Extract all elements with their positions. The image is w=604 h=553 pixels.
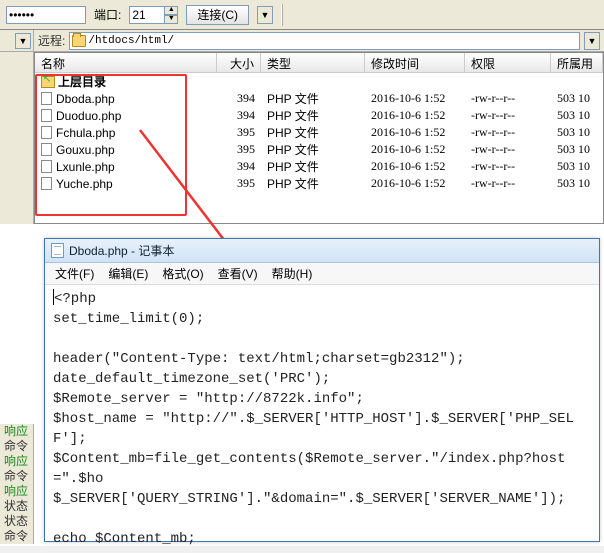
col-header-type[interactable]: 类型	[261, 53, 365, 72]
file-row[interactable]: Fchula.php395PHP 文件2016-10-6 1:52-rw-r--…	[35, 124, 603, 141]
remote-path-input[interactable]: /htdocs/html/	[69, 32, 580, 50]
local-dropdown-button[interactable]: ▼	[15, 33, 31, 49]
notepad-title: Dboda.php - 记事本	[69, 242, 174, 259]
status-label: 响应	[0, 424, 33, 439]
document-icon	[51, 243, 64, 258]
file-list-header: 名称 大小 类型 修改时间 权限 所属用	[35, 53, 603, 73]
menu-format[interactable]: 格式(O)	[162, 265, 203, 282]
status-label: 命令	[0, 529, 33, 544]
menu-view[interactable]: 查看(V)	[218, 265, 258, 282]
status-label: 状态	[0, 499, 33, 514]
file-icon	[41, 126, 52, 139]
port-down-button[interactable]: ▼	[164, 15, 178, 24]
col-header-perm[interactable]: 权限	[465, 53, 551, 72]
file-row[interactable]: Dboda.php394PHP 文件2016-10-6 1:52-rw-r--r…	[35, 90, 603, 107]
menu-file[interactable]: 文件(F)	[55, 265, 94, 282]
file-row[interactable]: Duoduo.php394PHP 文件2016-10-6 1:52-rw-r--…	[35, 107, 603, 124]
file-icon	[41, 92, 52, 105]
toolbar-separator	[281, 4, 283, 26]
file-icon	[41, 109, 52, 122]
notepad-window: Dboda.php - 记事本 文件(F) 编辑(E) 格式(O) 查看(V) …	[44, 238, 600, 542]
folder-icon	[72, 35, 86, 47]
file-row[interactable]: Yuche.php395PHP 文件2016-10-6 1:52-rw-r--r…	[35, 175, 603, 192]
file-icon	[41, 177, 52, 190]
remote-path-dropdown-button[interactable]: ▼	[584, 32, 600, 50]
left-gutter: ▼	[0, 30, 34, 51]
port-spinner: ▲ ▼	[129, 6, 178, 24]
port-input[interactable]	[129, 6, 165, 24]
up-folder-icon	[41, 76, 55, 88]
notepad-menubar: 文件(F) 编辑(E) 格式(O) 查看(V) 帮助(H)	[45, 263, 599, 285]
col-header-name[interactable]: 名称	[35, 53, 217, 72]
connect-dropdown-button[interactable]: ▼	[257, 6, 273, 24]
remote-label: 远程:	[38, 32, 65, 49]
file-icon	[41, 143, 52, 156]
status-label: 命令	[0, 469, 33, 484]
col-header-owner[interactable]: 所属用	[551, 53, 603, 72]
notepad-titlebar[interactable]: Dboda.php - 记事本	[45, 239, 599, 263]
menu-edit[interactable]: 编辑(E)	[108, 265, 148, 282]
col-header-size[interactable]: 大小	[217, 53, 261, 72]
status-strip: 响应命令响应命令响应状态状态命令	[0, 424, 34, 544]
up-directory-row[interactable]: 上层目录	[35, 73, 603, 90]
remote-path-bar: 远程: /htdocs/html/ ▼	[34, 30, 604, 51]
connection-toolbar: 端口: ▲ ▼ 连接(C) ▼	[0, 0, 604, 30]
port-label: 端口:	[94, 6, 121, 23]
status-label: 响应	[0, 484, 33, 499]
notepad-textarea[interactable]: <?phpset_time_limit(0);header("Content-T…	[45, 285, 599, 553]
menu-help[interactable]: 帮助(H)	[272, 265, 313, 282]
file-icon	[41, 160, 52, 173]
connect-button[interactable]: 连接(C)	[186, 5, 249, 25]
password-input[interactable]	[6, 6, 86, 24]
file-row[interactable]: Gouxu.php395PHP 文件2016-10-6 1:52-rw-r--r…	[35, 141, 603, 158]
status-label: 响应	[0, 454, 33, 469]
file-list: 名称 大小 类型 修改时间 权限 所属用 上层目录Dboda.php394PHP…	[34, 52, 604, 224]
status-label: 状态	[0, 514, 33, 529]
status-label: 命令	[0, 439, 33, 454]
file-row[interactable]: Lxunle.php394PHP 文件2016-10-6 1:52-rw-r--…	[35, 158, 603, 175]
port-up-button[interactable]: ▲	[164, 6, 178, 15]
col-header-date[interactable]: 修改时间	[365, 53, 465, 72]
remote-path-text: /htdocs/html/	[88, 35, 174, 47]
